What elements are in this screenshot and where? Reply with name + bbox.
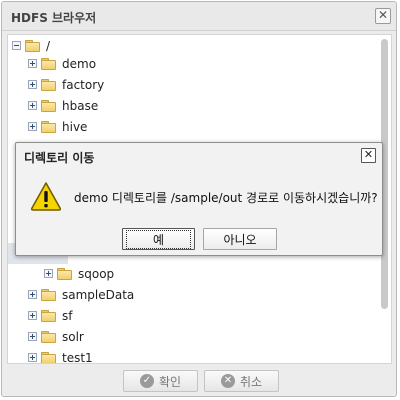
folder-icon [41,352,56,363]
window-footer: ✓ 확인 ✕ 취소 [2,366,396,396]
tree-item-label: sampleData [62,287,135,302]
folder-icon [41,289,56,301]
move-directory-dialog: 디렉토리 이동 ✕ demo 디렉토리를 /sample/out 경로로 이동하… [15,142,383,256]
close-icon: ✕ [363,148,374,161]
tree-item-sampledata[interactable]: sampleData [28,284,134,305]
tree-item-hbase[interactable]: hbase [28,95,98,116]
tree-item-label: / [46,38,51,53]
folder-icon [41,100,56,112]
tree-item-label: sf [62,308,73,323]
tree-item-demo[interactable]: demo [28,53,96,74]
expand-icon[interactable] [44,269,53,278]
cancel-icon: ✕ [220,374,235,388]
folder-open-icon [25,40,40,52]
tree-item-label: factory [62,77,105,92]
check-icon: ✓ [139,374,154,388]
window-title: HDFS 브라우저 [11,11,97,25]
tree-item-hive[interactable]: hive [28,116,87,137]
yes-button-label: 예 [125,229,192,249]
expand-icon[interactable] [28,290,37,299]
dialog-title: 디렉토리 이동 [24,151,95,165]
folder-icon [41,331,56,343]
no-button[interactable]: 아니오 [203,228,277,250]
tree-item-test1[interactable]: test1 [28,347,93,364]
dialog-close-button[interactable]: ✕ [361,148,376,163]
cancel-button-label: 취소 [239,374,263,389]
collapse-icon[interactable] [12,41,21,50]
expand-icon[interactable] [28,122,37,131]
window-close-button[interactable]: ✕ [375,8,391,24]
warning-icon [30,182,62,211]
tree-item-label: demo [62,56,97,71]
window-titlebar: HDFS 브라우저 ✕ [2,2,396,31]
expand-icon[interactable] [28,59,37,68]
tree-item-label: test1 [62,350,93,364]
dialog-message: demo 디렉토리를 /sample/out 경로로 이동하시겠습니까? [74,191,378,205]
tree-item-label: sqoop [78,266,115,281]
expand-icon[interactable] [28,353,37,362]
folder-icon [57,268,72,280]
confirm-button-label: 확인 [158,374,182,389]
tree-item-sf[interactable]: sf [28,305,72,326]
folder-icon [41,310,56,322]
folder-icon [41,121,56,133]
tree-item-sqoop[interactable]: sqoop [44,263,114,284]
expand-icon[interactable] [28,332,37,341]
yes-button[interactable]: 예 [122,228,195,250]
tree-item-label: solr [62,329,84,344]
no-button-label: 아니오 [223,232,257,247]
close-icon: ✕ [377,8,389,22]
cancel-button[interactable]: ✕ 취소 [204,370,279,392]
expand-icon[interactable] [28,80,37,89]
tree-item-label: hive [62,119,88,134]
tree-item-factory[interactable]: factory [28,74,104,95]
expand-icon[interactable] [28,101,37,110]
expand-icon[interactable] [28,311,37,320]
folder-icon [41,79,56,91]
tree-item-label: hbase [62,98,99,113]
tree-item-solr[interactable]: solr [28,326,84,347]
confirm-button[interactable]: ✓ 확인 [123,370,198,392]
folder-icon [41,58,56,70]
